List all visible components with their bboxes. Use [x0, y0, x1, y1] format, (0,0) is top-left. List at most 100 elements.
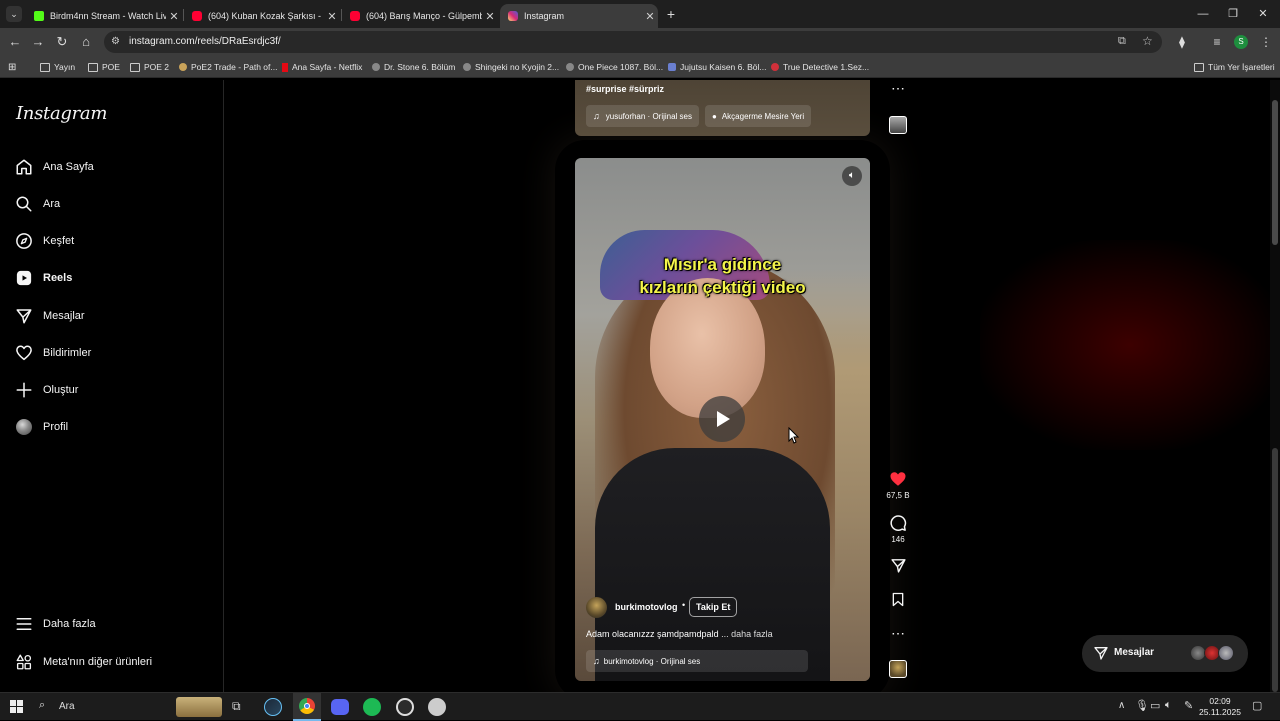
clock[interactable]: 02:09 25.11.2025	[1198, 696, 1242, 718]
tab-youtube-1[interactable]: (604) Kuban Kozak Şarkısı - Kuban ✕	[184, 4, 340, 28]
save-button[interactable]	[885, 591, 911, 610]
extensions-icon[interactable]: ⧫	[1172, 32, 1192, 52]
sidebar-item-label: Mesajlar	[43, 310, 85, 322]
close-tab-icon[interactable]: ✕	[482, 10, 498, 23]
close-window-icon[interactable]: ✕	[1248, 4, 1278, 24]
sidebar-item-meta-products[interactable]: Meta'nın diğer ürünleri	[14, 648, 152, 676]
sidebar-item-home[interactable]: Ana Sayfa	[14, 153, 94, 181]
instagram-page: Instagram Ana Sayfa Ara Keşfet Reels Mes…	[0, 80, 1280, 692]
menu-dots-icon[interactable]: ⋮	[1256, 32, 1276, 52]
sidebar-item-profile[interactable]: Profil	[14, 413, 68, 441]
all-bookmarks[interactable]: Tüm Yer İşaretleri	[1194, 60, 1275, 74]
search-icon: ⌕	[39, 699, 46, 711]
sidebar-item-create[interactable]: Oluştur	[14, 376, 78, 404]
steam-icon[interactable]	[264, 698, 282, 716]
tray-chevron-icon[interactable]: ∧	[1118, 700, 1125, 711]
site-info-icon[interactable]: ⚙	[111, 36, 120, 47]
page-scrollbar[interactable]	[1270, 80, 1280, 692]
bookmark-label: Yayın	[54, 62, 76, 72]
bookmark-item[interactable]: PoE2 Trade - Path of...	[179, 60, 277, 74]
sidebar-item-notifications[interactable]: Bildirimler	[14, 339, 91, 367]
bookmark-item[interactable]: Shingeki no Kyojin 2...	[463, 60, 559, 74]
follow-button[interactable]: Takip Et	[689, 597, 738, 617]
media-control-icon[interactable]: ≡	[1207, 32, 1227, 52]
task-view-icon[interactable]: ⧉	[232, 699, 241, 714]
location-chip[interactable]: ● Akçagerme Mesire Yeri	[705, 105, 812, 127]
address-bar[interactable]: ⚙ instagram.com/reels/DRaEsrdjc3f/ ⧉ ☆	[104, 31, 1162, 53]
bookmark-item[interactable]: Ana Sayfa - Netflix	[282, 60, 362, 74]
author-avatar[interactable]	[586, 597, 607, 618]
scrollbar-thumb[interactable]	[1272, 100, 1278, 245]
bookmark-item[interactable]: One Piece 1087. Böl...	[566, 60, 663, 74]
sidebar-item-explore[interactable]: Keşfet	[14, 227, 74, 255]
reload-icon[interactable]: ↻	[52, 32, 72, 52]
tab-instagram[interactable]: Instagram ✕	[500, 4, 658, 28]
spotify-icon[interactable]	[363, 698, 381, 716]
sidebar-item-messages[interactable]: Mesajlar	[14, 302, 85, 330]
bookmark-label: True Detective 1.Sez...	[783, 62, 870, 72]
microphone-icon[interactable]: 🎙︎	[1135, 699, 1149, 712]
audio-thumbnail[interactable]	[889, 660, 907, 678]
sidebar-item-reels[interactable]: Reels	[14, 264, 72, 292]
app-icon[interactable]	[428, 698, 446, 716]
bookmark-label: One Piece 1087. Böl...	[578, 62, 664, 72]
chrome-icon[interactable]	[293, 693, 321, 721]
bookmark-item[interactable]: Jujutsu Kaisen 6. Böl...	[668, 60, 766, 74]
sidebar-item-more[interactable]: Daha fazla	[14, 610, 96, 638]
more-link[interactable]: ... daha fazla	[721, 629, 773, 639]
windows-start-icon[interactable]	[10, 700, 23, 713]
volume-icon[interactable]: 🔈︎	[842, 166, 862, 186]
home-icon	[14, 157, 34, 177]
notification-icon[interactable]: ▢	[1252, 699, 1262, 712]
bookmark-item[interactable]: Yayın	[40, 60, 75, 74]
bookmark-item[interactable]: Dr. Stone 6. Bölüm	[372, 60, 455, 74]
new-tab-button[interactable]: +	[663, 6, 679, 22]
sidebar-item-search[interactable]: Ara	[14, 190, 60, 218]
bookmark-label: PoE2 Trade - Path of...	[191, 62, 278, 72]
like-button[interactable]: 67,5 B	[885, 470, 911, 500]
pen-icon[interactable]: ✎	[1184, 699, 1193, 712]
profile-avatar[interactable]: S	[1234, 35, 1248, 49]
author-username[interactable]: burkimotovlog	[615, 602, 678, 612]
more-options-icon[interactable]: ⋯	[885, 625, 911, 642]
share-button[interactable]	[885, 557, 911, 576]
close-tab-icon[interactable]: ✕	[324, 10, 340, 23]
apps-grid-icon[interactable]: ⊞	[8, 60, 16, 74]
volume-tray-icon[interactable]: 🔈︎	[1165, 699, 1172, 712]
bookmarks-bar: ⊞ Yayın POE POE 2 PoE2 Trade - Path of..…	[0, 56, 1280, 78]
taskbar-search[interactable]: ⌕ Ara	[32, 696, 224, 718]
reel-video[interactable]: Mısır'a gidince kızların çektiği video 🔈…	[575, 158, 870, 681]
back-icon[interactable]: ←	[5, 32, 25, 52]
messages-pill[interactable]: Mesajlar	[1082, 635, 1248, 672]
bookmark-star-icon[interactable]: ☆	[1142, 34, 1153, 48]
minimize-icon[interactable]: —	[1188, 4, 1218, 24]
bookmark-item[interactable]: True Detective 1.Sez...	[771, 60, 869, 74]
scrollbar-thumb-2[interactable]	[1272, 448, 1278, 692]
install-app-icon[interactable]: ⧉	[1118, 35, 1126, 48]
audio-chip[interactable]: ♫ yusuforhan · Orijinal ses	[586, 105, 700, 127]
audio-thumbnail[interactable]	[889, 116, 907, 134]
previous-reel[interactable]: #surprise #sürpriz ♫ yusuforhan · Orijin…	[575, 80, 870, 136]
close-tab-icon[interactable]: ✕	[642, 10, 658, 23]
tab-youtube-2[interactable]: (604) Barış Manço - Gülpembe ✕	[342, 4, 498, 28]
obs-icon[interactable]	[396, 698, 414, 716]
audio-chip[interactable]: ♫ burkimotovlog · Orijinal ses	[586, 650, 808, 672]
forward-icon[interactable]: →	[28, 32, 48, 52]
play-button[interactable]	[699, 396, 745, 442]
avatar	[14, 417, 34, 437]
discord-icon[interactable]	[331, 699, 349, 715]
tab-search-button[interactable]: ⌄	[6, 6, 22, 22]
bookmark-item[interactable]: POE	[88, 60, 120, 74]
close-tab-icon[interactable]: ✕	[166, 10, 182, 23]
home-button-icon[interactable]: ⌂	[76, 32, 96, 52]
reel-caption[interactable]: Adam olacanızzz şamdpamdpald ... daha fa…	[586, 629, 773, 639]
more-options-icon[interactable]: ⋯	[885, 80, 911, 97]
network-icon[interactable]: ▭	[1150, 699, 1160, 712]
bookmark-item[interactable]: POE 2	[130, 60, 169, 74]
restore-icon[interactable]: ❐	[1218, 4, 1248, 24]
tab-kick[interactable]: Birdm4nn Stream - Watch Live ✕	[26, 4, 182, 28]
comment-button[interactable]: 146	[885, 514, 911, 544]
instagram-logo[interactable]: Instagram	[16, 103, 107, 124]
kick-icon	[34, 11, 44, 21]
reel-hashtags[interactable]: #surprise #sürpriz	[586, 84, 664, 94]
